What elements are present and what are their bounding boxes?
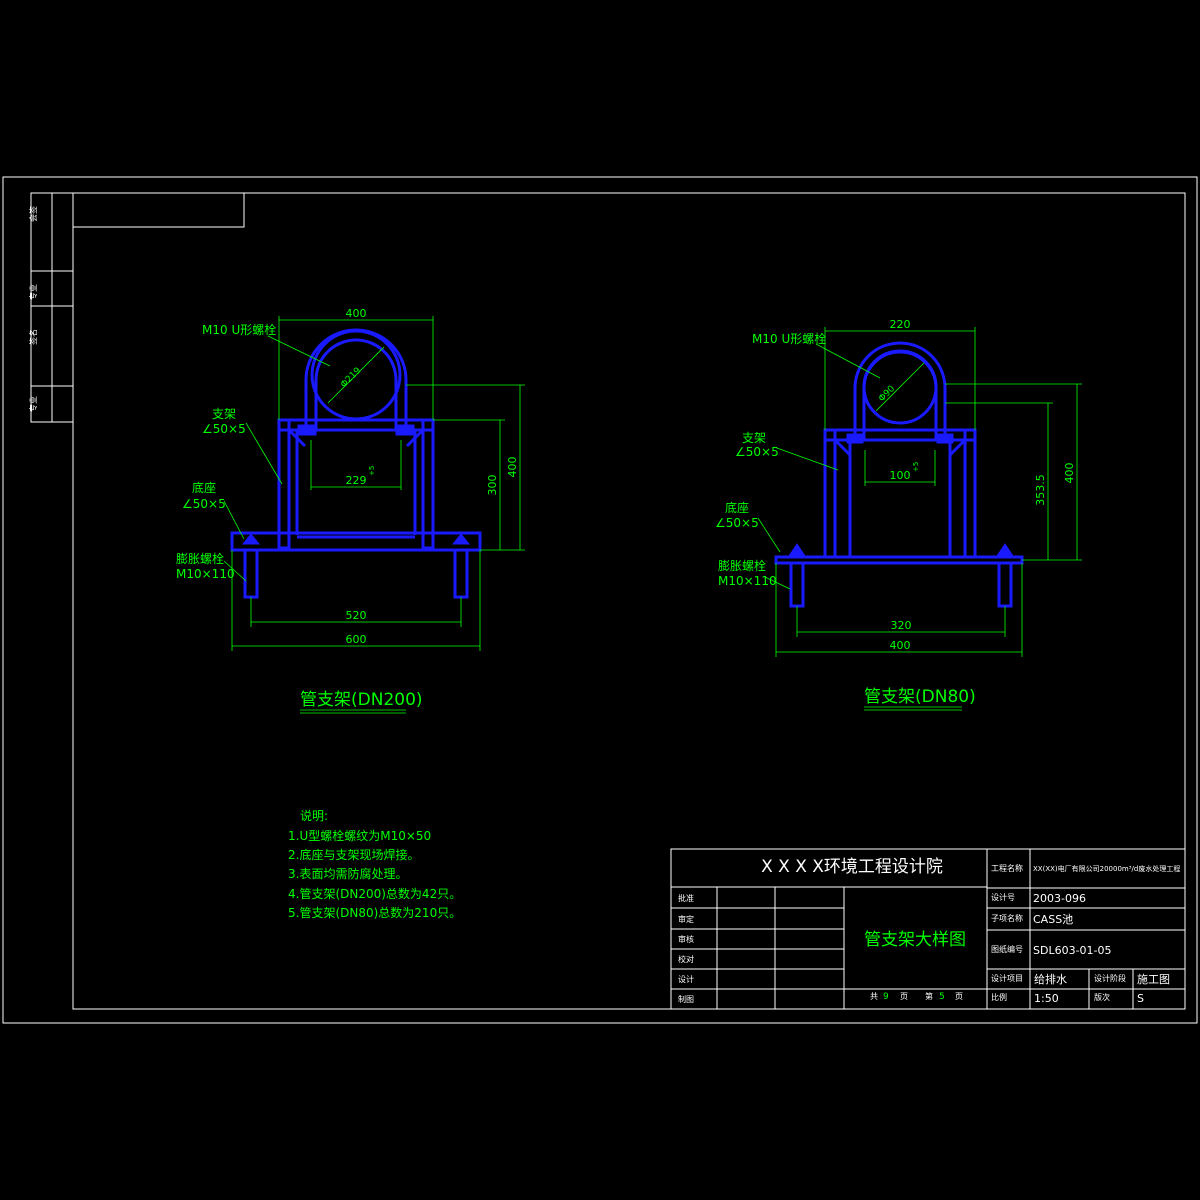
sheet-total-value: 9 [883, 992, 889, 1002]
dn200-dim-600: 600 [346, 633, 367, 646]
role-1: 批准 [678, 893, 694, 903]
dn200-dim-inner: 229 [346, 474, 367, 487]
scale-label: 比例 [991, 992, 1007, 1002]
strip-label-1: 会签 [28, 206, 38, 222]
dn200-anchor-spec: M10×110 [176, 567, 235, 581]
sheet-total-label: 共 [870, 992, 878, 1001]
note-item-4: 4.管支架(DN200)总数为42只。 [288, 886, 461, 901]
role-4: 校对 [678, 954, 694, 964]
support-dn80-drawing: 220 Φ90 100 +5 353.5 400 320 400 M10 U形螺… [715, 318, 1082, 711]
institute-name: X X X X环境工程设计院 [761, 857, 943, 877]
dn80-dim-inner-tol: +5 [912, 462, 920, 472]
u-bolt-dn80 [853, 341, 947, 440]
dn200-dim-h1: 300 [486, 475, 499, 496]
dn80-anchor-spec: M10×110 [718, 574, 777, 588]
dn80-bolt-label: M10 U形螺栓 [752, 331, 826, 346]
project-label: 工程名称 [991, 863, 1023, 873]
role-5: 设计 [678, 974, 694, 984]
support-dn200-drawing: 400 Φ219 229 +5 300 400 520 600 M10 U形螺栓… [176, 307, 525, 714]
strip-label-2: 专业 [28, 284, 38, 300]
dn200-bracket-spec: ∠50×5 [202, 422, 246, 436]
sheet-unit: 页 [900, 992, 908, 1001]
dn200-anchor-label: 膨胀螺栓 [176, 551, 224, 566]
note-item-2: 2.底座与支架现场焊接。 [288, 847, 419, 862]
dn80-base-label: 底座 [725, 500, 749, 515]
dn80-dim-inner: 100 [890, 469, 911, 482]
sheet-no-label: 第 [925, 991, 933, 1001]
dn200-base-spec: ∠50×5 [182, 497, 226, 511]
title-block: X X X X环境工程设计院 管支架大样图 工程名称 XX(XX)电厂有限公司2… [670, 848, 1186, 1010]
note-item-1: 1.U型螺栓螺纹为M10×50 [288, 828, 431, 843]
dn200-base-label: 底座 [192, 480, 216, 495]
drawing-no-label: 图纸编号 [991, 944, 1023, 954]
item-label: 设计项目 [991, 973, 1023, 983]
dn80-dim-h1: 353.5 [1034, 474, 1047, 506]
dn80-anchor-label: 膨胀螺栓 [718, 558, 766, 573]
dn80-bracket-label: 支架 [742, 431, 766, 445]
signature-strip: 会签 专业 签名 专业 [28, 192, 74, 423]
subitem-value: CASS池 [1033, 913, 1073, 926]
role-6: 制图 [678, 994, 694, 1004]
dn200-dim-pipe: Φ219 [339, 366, 363, 390]
dn80-dim-top: 220 [890, 318, 911, 331]
drawing-no-value: SDL603-01-05 [1033, 944, 1112, 957]
dn200-bracket-label: 支架 [212, 407, 236, 421]
role-3: 审核 [678, 934, 694, 944]
project-value: XX(XX)电厂有限公司20000m³/d废水处理工程 [1033, 864, 1180, 873]
version-value: S [1137, 992, 1144, 1005]
dn80-dim-320: 320 [891, 619, 912, 632]
note-item-5: 5.管支架(DN80)总数为210只。 [288, 905, 461, 920]
drawing-name: 管支架大样图 [864, 930, 966, 950]
dn80-title: 管支架(DN80) [864, 687, 976, 707]
sheet-no-value: 5 [939, 992, 945, 1002]
dn200-dim-top: 400 [346, 307, 367, 320]
sheet-unit-2: 页 [955, 992, 963, 1001]
dn80-dim-400: 400 [890, 639, 911, 652]
note-item-3: 3.表面均需防腐处理。 [288, 866, 407, 881]
role-2: 审定 [678, 914, 694, 924]
dn80-dim-pipe: Φ90 [877, 384, 897, 404]
strip-label-4: 专业 [28, 396, 38, 412]
project-no-label: 设计号 [991, 892, 1015, 902]
dn200-dim-inner-tol: +5 [368, 466, 376, 476]
dn200-bolt-label: M10 U形螺栓 [202, 322, 276, 337]
dn80-bracket-spec: ∠50×5 [735, 445, 779, 459]
drawing-sheet: 会签 专业 签名 专业 400 Φ219 229 +5 300 400 520 … [2, 176, 1198, 1024]
inner-frame [72, 192, 1186, 1010]
dn80-dim-h2: 400 [1063, 463, 1076, 484]
notes-heading: 说明: [300, 808, 328, 823]
dn200-title: 管支架(DN200) [300, 690, 423, 710]
dn80-base-spec: ∠50×5 [715, 516, 759, 530]
strip-label-3: 签名 [28, 329, 38, 345]
stage-label: 设计阶段 [1094, 973, 1126, 983]
notes: 说明: 1.U型螺栓螺纹为M10×50 2.底座与支架现场焊接。 3.表面均需防… [288, 808, 461, 920]
stage-value: 施工图 [1137, 973, 1170, 986]
item-value: 给排水 [1034, 972, 1067, 986]
top-left-box [73, 193, 245, 228]
dn200-dim-h2: 400 [506, 457, 519, 478]
scale-value: 1:50 [1034, 992, 1059, 1005]
subitem-label: 子项名称 [991, 913, 1023, 923]
dn200-dim-520: 520 [346, 609, 367, 622]
project-no-value: 2003-096 [1033, 892, 1086, 905]
outer-frame [2, 176, 1198, 1024]
version-label: 版次 [1094, 992, 1110, 1002]
